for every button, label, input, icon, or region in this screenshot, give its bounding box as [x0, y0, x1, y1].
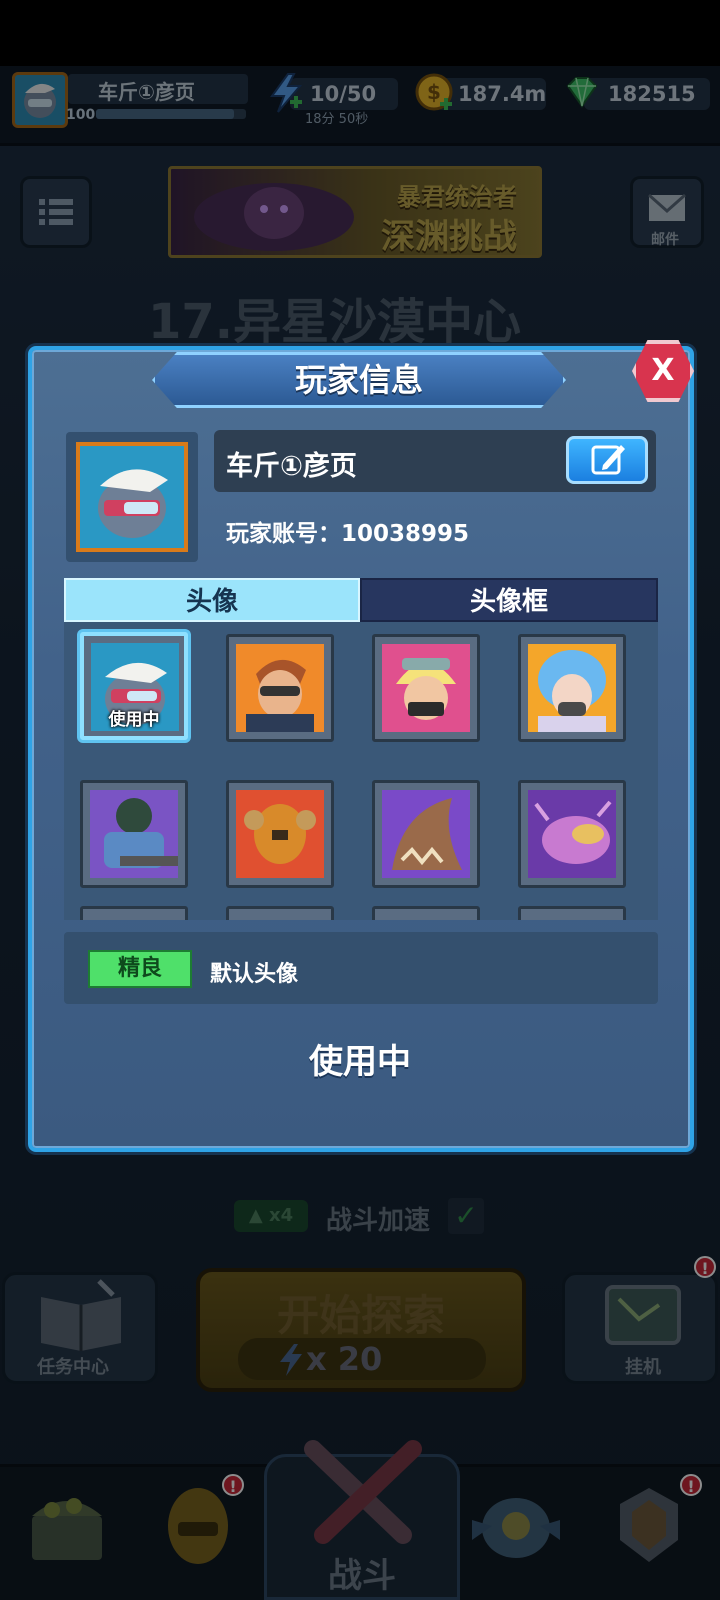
- avatar-option[interactable]: [80, 906, 188, 920]
- avatar-description: 默认头像: [210, 962, 299, 987]
- knight-helmet-icon: [80, 446, 184, 548]
- edit-name-button[interactable]: [566, 436, 648, 484]
- dialog-title: 玩家信息: [294, 361, 423, 399]
- dialog-player-name: 车斤①彦页: [226, 451, 357, 482]
- avatar-option[interactable]: [226, 780, 334, 888]
- avatar-option[interactable]: [372, 634, 480, 742]
- status-bar: [0, 0, 720, 66]
- avatar-option[interactable]: [226, 634, 334, 742]
- avatar-option[interactable]: 使用中: [80, 632, 188, 740]
- avatar-option[interactable]: [372, 906, 480, 920]
- avatar-alien-beast-icon: [382, 790, 470, 878]
- close-icon: X: [651, 353, 675, 388]
- avatar-armored-gunner-icon: [90, 790, 178, 878]
- avatar-option[interactable]: [518, 634, 626, 742]
- avatar-option[interactable]: [518, 906, 626, 920]
- avatar-tabs: 头像 头像框: [64, 578, 658, 622]
- avatar-grid: 使用中: [64, 622, 658, 920]
- avatar-pilot-icon: [382, 644, 470, 732]
- account-id: 玩家账号：10038995: [226, 521, 470, 547]
- avatar-option[interactable]: [372, 780, 480, 888]
- current-avatar: [76, 442, 188, 552]
- edit-icon: [591, 445, 625, 475]
- avatar-option[interactable]: [518, 780, 626, 888]
- tab-avatar-frame[interactable]: 头像框: [360, 578, 658, 622]
- avatar-option[interactable]: [226, 906, 334, 920]
- avatar-masked-girl-icon: [528, 644, 616, 732]
- game-screen: 车斤①彦页 100 10/50 18分 50秒 187.4m $ 182515 …: [0, 0, 720, 1600]
- current-avatar-frame: [66, 432, 198, 562]
- tab-avatar[interactable]: 头像: [64, 578, 360, 622]
- avatar-crab-mech-icon: [236, 790, 324, 878]
- in-use-overlay: 使用中: [108, 710, 160, 730]
- in-use-status: 使用中: [309, 1042, 411, 1082]
- avatar-alien-bug-icon: [528, 790, 616, 878]
- avatar-option[interactable]: [80, 780, 188, 888]
- avatar-soldier-icon: [236, 644, 324, 732]
- rarity-badge: 精良: [88, 950, 192, 988]
